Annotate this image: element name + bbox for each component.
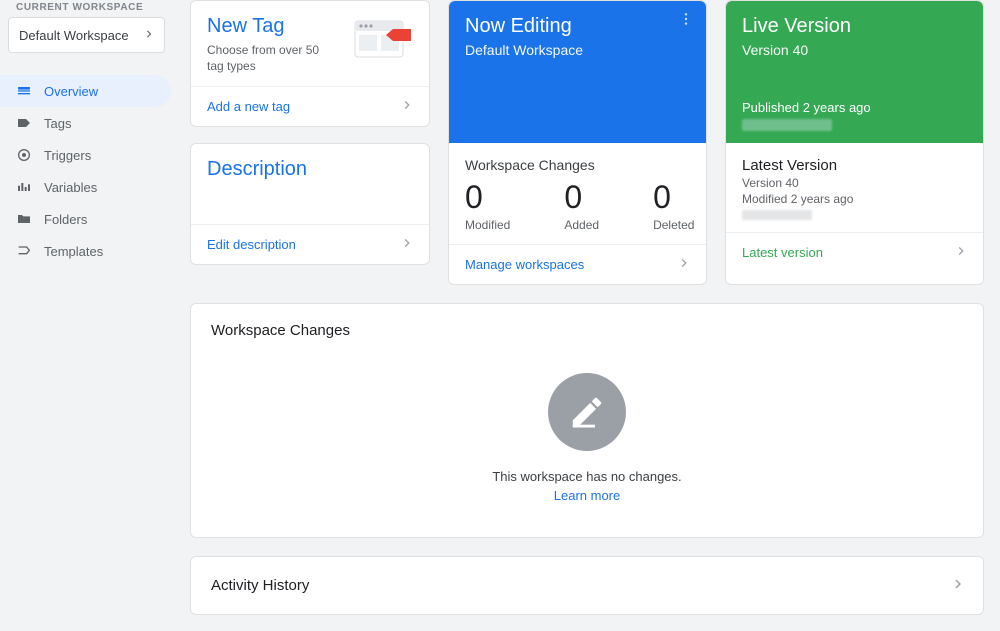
description-title: Description: [191, 144, 429, 181]
changes-modified-count: 0: [465, 179, 510, 216]
workspace-selector[interactable]: Default Workspace: [8, 17, 165, 53]
now-editing-card: Now Editing Default Workspace Workspace …: [448, 0, 707, 285]
live-version-header: Live Version Version 40 Published 2 year…: [726, 1, 983, 143]
empty-state: This workspace has no changes. Learn mor…: [211, 373, 963, 503]
changes-added-count: 0: [564, 179, 599, 216]
summary-col-left: New Tag Choose from over 50 tag types: [190, 0, 430, 285]
new-tag-subtitle: Choose from over 50 tag types: [207, 42, 337, 74]
latest-version-modified: Modified 2 years ago: [742, 192, 967, 206]
edit-icon: [548, 373, 626, 451]
folder-icon: [16, 211, 44, 227]
nav-variables[interactable]: Variables: [0, 171, 171, 203]
nav-templates[interactable]: Templates: [0, 235, 171, 267]
summary-row: New Tag Choose from over 50 tag types: [190, 0, 984, 285]
changes-modified-label: Modified: [465, 218, 510, 232]
nav-label: Variables: [44, 180, 97, 195]
latest-version-number: Version 40: [742, 176, 967, 190]
new-tag-card: New Tag Choose from over 50 tag types: [190, 0, 430, 127]
changes-added-label: Added: [564, 218, 599, 232]
workspace-name: Default Workspace: [19, 28, 129, 43]
now-editing-title: Now Editing: [465, 15, 690, 38]
trigger-icon: [16, 147, 44, 163]
description-card: Description Edit description: [190, 143, 430, 265]
activity-history-card[interactable]: Activity History: [190, 556, 984, 615]
changes-deleted-label: Deleted: [653, 218, 694, 232]
chevron-right-icon: [949, 575, 967, 596]
overflow-menu-button[interactable]: [678, 11, 694, 32]
chevron-right-icon: [953, 243, 969, 262]
new-tag-title: New Tag: [207, 15, 337, 38]
template-icon: [16, 243, 44, 259]
current-workspace-label: CURRENT WORKSPACE: [0, 0, 175, 17]
changes-heading: Workspace Changes: [465, 157, 690, 173]
nav-label: Overview: [44, 84, 98, 99]
edit-description-label: Edit description: [207, 237, 296, 252]
edit-description-button[interactable]: Edit description: [191, 224, 429, 264]
manage-workspaces-button[interactable]: Manage workspaces: [449, 244, 706, 284]
main-content: New Tag Choose from over 50 tag types: [190, 0, 984, 631]
latest-version-title: Latest Version: [742, 157, 967, 174]
nav-tags[interactable]: Tags: [0, 107, 171, 139]
now-editing-workspace: Default Workspace: [465, 42, 690, 58]
add-new-tag-button[interactable]: Add a new tag: [191, 86, 429, 126]
live-version-published: Published 2 years ago: [742, 100, 967, 115]
latest-version-author-redacted: [742, 210, 812, 220]
tag-illustration: [353, 15, 413, 59]
sidebar: CURRENT WORKSPACE Default Workspace Over…: [0, 0, 175, 572]
workspace-changes-summary: Workspace Changes 0 Modified 0 Added 0 D…: [449, 143, 706, 232]
chevron-right-icon: [399, 235, 415, 254]
empty-text: This workspace has no changes.: [492, 469, 681, 484]
changes-added: 0 Added: [564, 179, 599, 232]
live-version-card: Live Version Version 40 Published 2 year…: [725, 0, 984, 285]
live-version-number: Version 40: [742, 42, 967, 58]
add-tag-label: Add a new tag: [207, 99, 290, 114]
changes-deleted: 0 Deleted: [653, 179, 694, 232]
manage-workspaces-label: Manage workspaces: [465, 257, 584, 272]
workspace-changes-card: Workspace Changes This workspace has no …: [190, 303, 984, 538]
nav-label: Tags: [44, 116, 71, 131]
overview-icon: [16, 83, 44, 99]
workspace-changes-title: Workspace Changes: [211, 322, 963, 339]
changes-modified: 0 Modified: [465, 179, 510, 232]
chevron-right-icon: [142, 27, 156, 44]
live-version-author-redacted: [742, 119, 832, 131]
nav-overview[interactable]: Overview: [0, 75, 171, 107]
chevron-right-icon: [399, 97, 415, 116]
latest-version-button[interactable]: Latest version: [726, 232, 983, 272]
latest-version-summary: Latest Version Version 40 Modified 2 yea…: [726, 143, 983, 220]
nav-folders[interactable]: Folders: [0, 203, 171, 235]
live-version-title: Live Version: [742, 15, 967, 38]
now-editing-header: Now Editing Default Workspace: [449, 1, 706, 143]
variable-icon: [16, 179, 44, 195]
nav-triggers[interactable]: Triggers: [0, 139, 171, 171]
activity-history-title: Activity History: [211, 577, 309, 594]
changes-deleted-count: 0: [653, 179, 694, 216]
learn-more-link[interactable]: Learn more: [554, 488, 620, 503]
tag-icon: [16, 115, 44, 131]
nav-label: Triggers: [44, 148, 91, 163]
chevron-right-icon: [676, 255, 692, 274]
nav-label: Templates: [44, 244, 103, 259]
nav-label: Folders: [44, 212, 87, 227]
latest-version-label: Latest version: [742, 245, 823, 260]
